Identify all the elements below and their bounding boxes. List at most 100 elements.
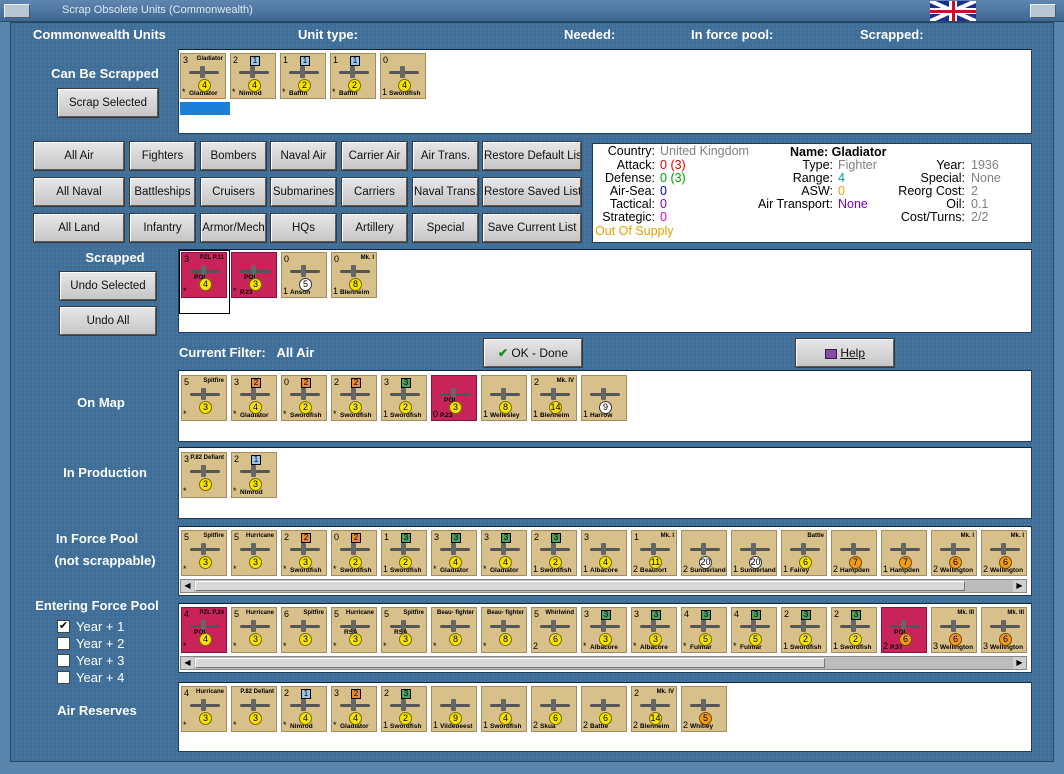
unit-counter[interactable]: 4 * Hurricane 3 [181, 686, 227, 732]
unit-counter[interactable]: 0 1 Mk. I Blenheim 8 [331, 252, 377, 298]
year-checkbox[interactable] [57, 654, 70, 667]
unit-counter[interactable]: 3 Mk. III Wellington 6 [981, 607, 1027, 653]
unit-counter[interactable]: 2 Hampden 7 [831, 530, 877, 576]
scroll-right-icon[interactable]: ▶ [1013, 657, 1026, 669]
unit-counter[interactable]: 1 Battle Fairey 6 [781, 530, 827, 576]
unit-counter[interactable]: 1 Vildebeest 9 [431, 686, 477, 732]
unit-counter[interactable]: 4 * 3 Fulmar 5 [731, 607, 777, 653]
filter-button-save-current-list[interactable]: Save Current List [483, 214, 581, 242]
unit-counter[interactable]: 6 * Spitfire 3 [281, 607, 327, 653]
unit-counter[interactable]: 4 * PZL P.24 POL 4 [181, 607, 227, 653]
unit-counter[interactable]: 1 Hampden 7 [881, 530, 927, 576]
unit-counter[interactable]: 3 Mk. III Wellington 6 [931, 607, 977, 653]
unit-counter[interactable]: 5 * Hurricane 3 [231, 530, 277, 576]
unit-counter[interactable]: 2 * 1 Nimrod 4 [230, 53, 276, 99]
scroll-right-icon[interactable]: ▶ [1013, 580, 1026, 592]
filter-button-air-trans[interactable]: Air Trans. [413, 142, 478, 170]
unit-counter[interactable]: 1 * 1 Baffin 2 [280, 53, 326, 99]
unit-counter[interactable]: 2 Skua 6 [531, 686, 577, 732]
unit-counter[interactable]: 2 Battle 6 [581, 686, 627, 732]
unit-counter[interactable]: 2 * 2 Swordfish 3 [331, 375, 377, 421]
unit-counter[interactable]: 2 * 1 Nimrod 3 [231, 452, 277, 498]
filter-button-battleships[interactable]: Battleships [130, 178, 195, 206]
unit-counter[interactable]: 2 2 Mk. IV Blenheim 14 [631, 686, 677, 732]
system-menu-button[interactable] [4, 4, 30, 18]
unit-counter[interactable]: 5 * Spitfire 3 [181, 530, 227, 576]
unit-counter[interactable]: 3 * PZL P.11 POL 4 [181, 252, 227, 298]
unit-counter[interactable]: 2 * 2 Swordfish 3 [281, 530, 327, 576]
unit-counter[interactable]: 3 * Gladiator Gladiator 4 [180, 53, 226, 99]
unit-counter[interactable]: 2 1 3 Swordfish 2 [531, 530, 577, 576]
filter-button-special[interactable]: Special [413, 214, 478, 242]
in-force-pool-scrollbar[interactable]: ◀ ▶ [180, 579, 1027, 593]
entering-force-pool-scrollbar[interactable]: ◀ ▶ [180, 656, 1027, 670]
filter-button-naval-air[interactable]: Naval Air [271, 142, 336, 170]
unit-counter[interactable]: 3 * 2 Gladiator 4 [231, 375, 277, 421]
unit-counter[interactable]: 0 1 Anson 5 [281, 252, 327, 298]
unit-counter[interactable]: 3 * P.82 Defiant 3 [181, 452, 227, 498]
filter-button-all-naval[interactable]: All Naval [34, 178, 124, 206]
undo-all-button[interactable]: Undo All [60, 307, 156, 335]
scroll-left-icon[interactable]: ◀ [181, 657, 194, 669]
unit-counter[interactable]: 3 * 3 Gladiator 4 [481, 530, 527, 576]
unit-counter[interactable]: * P.82 Defiant 3 [231, 686, 277, 732]
unit-counter[interactable]: 5 * Hurricane 3 [231, 607, 277, 653]
unit-counter[interactable]: 2 Mk. I Wellington 6 [931, 530, 977, 576]
filter-button-cruisers[interactable]: Cruisers [201, 178, 266, 206]
filter-button-all-air[interactable]: All Air [34, 142, 124, 170]
scroll-left-icon[interactable]: ◀ [181, 580, 194, 592]
scroll-thumb[interactable] [195, 658, 825, 668]
unit-counter[interactable]: 2 1 3 Swordfish 2 [381, 686, 427, 732]
unit-counter[interactable]: 5 * Spitfire 3 [181, 375, 227, 421]
unit-counter[interactable]: 3 * 3 Albacore 3 [581, 607, 627, 653]
unit-counter[interactable]: 0 * 2 Swordfish 2 [281, 375, 327, 421]
unit-counter[interactable]: 2 Whitley 5 [681, 686, 727, 732]
unit-counter[interactable]: 2 Sunderland 20 [681, 530, 727, 576]
filter-button-submarines[interactable]: Submarines [271, 178, 336, 206]
ok-done-button[interactable]: ✔ OK - Done [484, 339, 582, 367]
unit-counter[interactable]: 1 2 Mk. I Beaufort 11 [631, 530, 677, 576]
filter-button-naval-trans[interactable]: Naval Trans. [413, 178, 478, 206]
unit-counter[interactable]: 1 Wellesley 8 [481, 375, 527, 421]
unit-counter[interactable]: 1 Harrow 9 [581, 375, 627, 421]
unit-counter[interactable]: 3 * 3 Albacore 3 [631, 607, 677, 653]
unit-counter[interactable]: 4 * 3 Fulmar 5 [681, 607, 727, 653]
scroll-thumb[interactable] [195, 581, 965, 591]
unit-counter[interactable]: 2 POL P.37 6 [881, 607, 927, 653]
filter-button-restore-saved-list[interactable]: Restore Saved List [483, 178, 581, 206]
filter-button-restore-default-list[interactable]: Restore Default List [483, 142, 581, 170]
filter-button-fighters[interactable]: Fighters [130, 142, 195, 170]
unit-counter[interactable]: 2 1 Mk. IV Blenheim 14 [531, 375, 577, 421]
filter-button-hqs[interactable]: HQs [271, 214, 336, 242]
help-button[interactable]: Help [796, 339, 894, 367]
unit-counter[interactable]: 5 * Spitfire RSA 3 [381, 607, 427, 653]
unit-counter[interactable]: 0 * 2 Swordfish 2 [331, 530, 377, 576]
scrap-selected-button[interactable]: Scrap Selected [58, 89, 158, 117]
filter-button-armor-mech[interactable]: Armor/Mech [201, 214, 266, 242]
unit-counter[interactable]: 1 Sunderland 20 [731, 530, 777, 576]
unit-counter[interactable]: 1 * 1 Baffin 2 [330, 53, 376, 99]
year-checkbox[interactable] [57, 637, 70, 650]
unit-counter[interactable]: 0 POL P.23 3 [431, 375, 477, 421]
unit-counter[interactable]: * Beau- fighter 8 [431, 607, 477, 653]
unit-counter[interactable]: 3 1 3 Swordfish 2 [381, 375, 427, 421]
close-window-button[interactable] [1030, 4, 1056, 18]
unit-counter[interactable]: 5 2 Whirlwind 6 [531, 607, 577, 653]
unit-counter[interactable]: * Beau- fighter 8 [481, 607, 527, 653]
unit-counter[interactable]: 3 1 Albacore 4 [581, 530, 627, 576]
unit-counter[interactable]: 0 1 Swordfish 4 [380, 53, 426, 99]
undo-selected-button[interactable]: Undo Selected [60, 272, 156, 300]
unit-counter[interactable]: 2 Mk. I Wellington 6 [981, 530, 1027, 576]
unit-counter[interactable]: 3 * 3 Gladiator 4 [431, 530, 477, 576]
filter-button-carriers[interactable]: Carriers [342, 178, 407, 206]
filter-button-carrier-air[interactable]: Carrier Air [342, 142, 407, 170]
unit-counter[interactable]: 3 * 2 Gladiator 4 [331, 686, 377, 732]
filter-button-bombers[interactable]: Bombers [201, 142, 266, 170]
unit-counter[interactable]: 1 Swordfish 4 [481, 686, 527, 732]
unit-counter[interactable]: 2 1 3 Swordfish 2 [831, 607, 877, 653]
filter-button-infantry[interactable]: Infantry [130, 214, 195, 242]
unit-counter[interactable]: 2 1 3 Swordfish 2 [781, 607, 827, 653]
filter-button-artillery[interactable]: Artillery [342, 214, 407, 242]
year-checkbox[interactable]: ✔ [57, 620, 70, 633]
year-checkbox[interactable] [57, 671, 70, 684]
